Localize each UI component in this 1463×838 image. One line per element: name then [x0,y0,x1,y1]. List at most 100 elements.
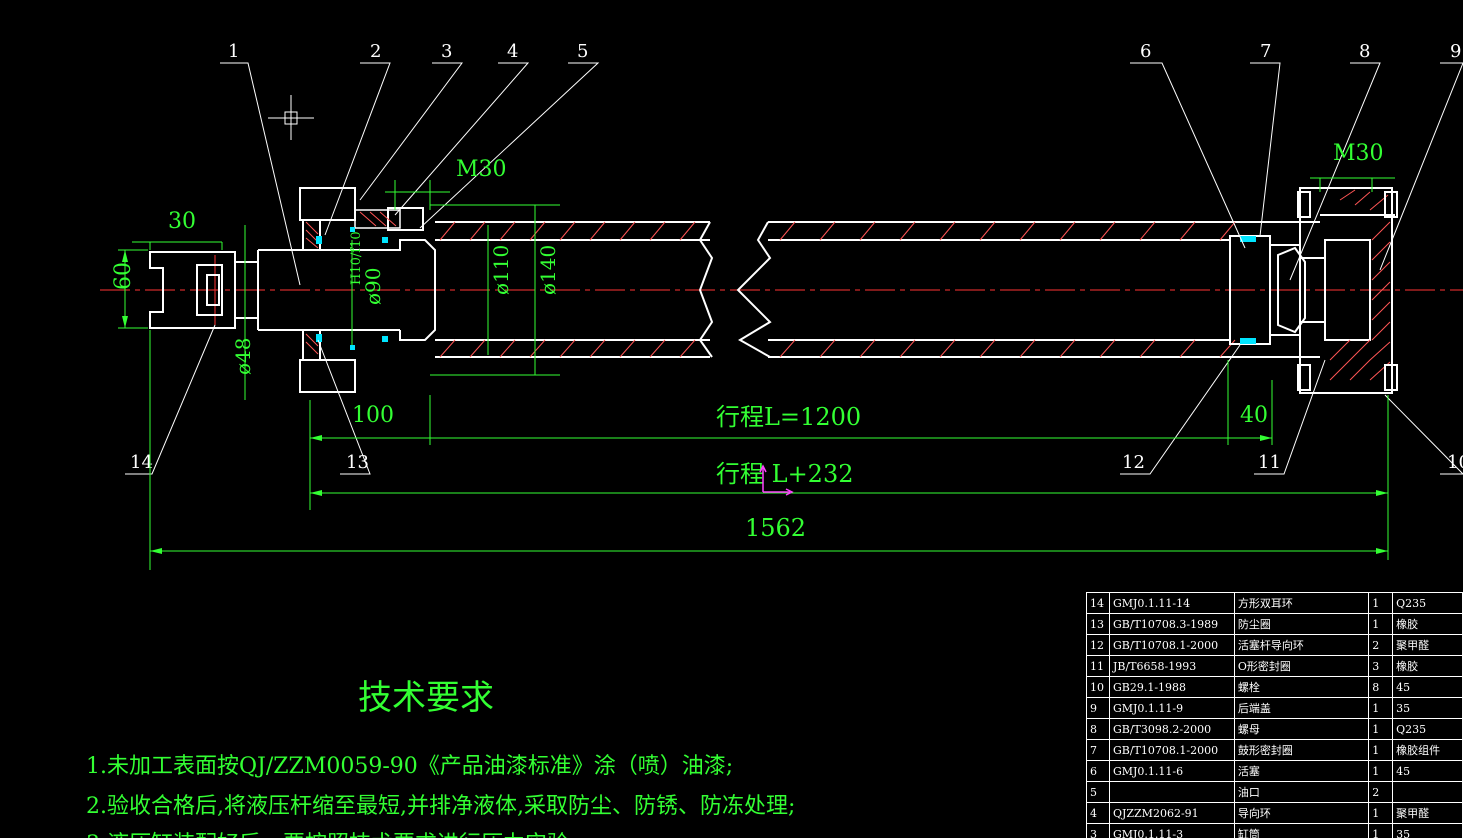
bom-row: 4 QJZZM2062-91 导向环 1 聚甲醛 [1086,802,1463,824]
bom-cell-no: 4 [1086,802,1110,824]
dim-stroke: 行程L=1200 [716,403,861,431]
dim-tube-outer: ø140 [536,245,560,295]
bom-cell-name: 油口 [1233,781,1370,803]
bom-row: 8 GB/T3098.2-2000 螺母 1 Q235 [1086,718,1463,740]
bom-cell-name: 活塞 [1233,760,1370,782]
bom-cell-no: 9 [1086,697,1110,719]
dim-tube-inner: ø110 [489,245,513,295]
bom-cell-code: GB/T10708.3-1989 [1108,613,1235,635]
tech-line-2: 2.验收合格后,将液压杆缩至最短,并排净液体,采取防尘、防锈、防冻处理; [86,794,796,819]
part-label-9: 9 [1450,41,1461,62]
rear-cap-hatch [1329,189,1391,381]
bom-cell-no: 5 [1086,781,1110,803]
bom-cell-qty: 1 [1368,613,1394,635]
bom-cell-code [1108,781,1235,803]
bom-cell-name: 活塞杆导向环 [1233,634,1370,656]
dim-fit: H10/f10 [349,231,364,285]
bom-cell-name: 防尘圈 [1233,613,1370,635]
bom-cell-code: JB/T6658-1993 [1108,655,1235,677]
bom-row: 11 JB/T6658-1993 O形密封圈 3 橡胶 [1086,655,1463,677]
bom-cell-mat: 35 [1392,823,1463,838]
bom-cell-code: GMJ0.1.11-3 [1108,823,1235,838]
bom-cell-mat: 45 [1392,760,1463,782]
bom-cell-code: GMJ0.1.11-14 [1108,592,1235,614]
bom-cell-name: 后端盖 [1233,697,1370,719]
bom-cell-code: GB29.1-1988 [1108,676,1235,698]
dimension-arrows [122,250,1388,554]
bom-cell-qty: 8 [1368,676,1394,698]
bom-cell-no: 7 [1086,739,1110,761]
bom-row: 12 GB/T10708.1-2000 活塞杆导向环 2 聚甲醛 [1086,634,1463,656]
bom-cell-no: 11 [1086,655,1110,677]
bom-cell-qty: 2 [1368,634,1394,656]
bom-cell-code: GB/T3098.2-2000 [1108,718,1235,740]
bom-cell-code: GMJ0.1.11-6 [1108,760,1235,782]
dim-rod-dia: ø90 [361,268,385,306]
bom-cell-code: GB/T10708.1-2000 [1108,634,1235,656]
part-label-12: 12 [1122,452,1145,473]
bom-cell-name: 缸筒 [1233,823,1370,838]
bom-cell-code: QJZZM2062-91 [1108,802,1235,824]
dim-ear-width: 30 [168,209,196,234]
dim-piston-len: 40 [1240,403,1268,428]
bom-row: 9 GMJ0.1.11-9 后端盖 1 35 [1086,697,1463,719]
part-label-1: 1 [228,41,239,62]
dimension-texts: 30 60 ø48 ø90 H10/f10 ø110 ø140 M30 M30 … [111,141,1384,542]
dim-thread-rear: M30 [1333,141,1384,166]
tech-title: 技术要求 [358,678,494,718]
bom-cell-name: 鼓形密封圈 [1233,739,1370,761]
bom-cell-code: GB/T10708.1-2000 [1108,739,1235,761]
bom-cell-mat: 聚甲醛 [1392,634,1463,656]
bom-cell-mat [1392,781,1463,803]
bom-cell-name: 螺母 [1233,718,1370,740]
bom-row: 7 GB/T10708.1-2000 鼓形密封圈 1 橡胶组件 [1086,739,1463,761]
bom-table: 14 GMJ0.1.11-14 方形双耳环 1 Q235 13 GB/T10708.3-19… [1086,592,1463,838]
bom-cell-qty: 1 [1368,697,1394,719]
bom-cell-qty: 3 [1368,655,1394,677]
bom-cell-qty: 1 [1368,802,1394,824]
bom-cell-no: 14 [1086,592,1110,614]
tech-line-3: 3.液压缸装配好后，要按照技术要求进行压力实验 [86,826,569,838]
part-label-14: 14 [130,452,153,473]
bom-cell-no: 10 [1086,676,1110,698]
dimension-lines [118,177,1395,570]
dim-ear-height: 60 [111,262,136,290]
bom-cell-mat: 橡胶 [1392,655,1463,677]
part-label-2: 2 [370,41,381,62]
part-label-6: 6 [1140,41,1151,62]
cursor-crosshair-icon [268,95,314,140]
bom-cell-no: 12 [1086,634,1110,656]
part-label-3: 3 [441,41,452,62]
bom-cell-mat: 聚甲醛 [1392,802,1463,824]
bom-cell-mat: 35 [1392,697,1463,719]
bom-cell-name: 导向环 [1233,802,1370,824]
cad-drawing-canvas[interactable]: { "part_labels": ["1","2","3","4","5","6… [0,0,1463,838]
bom-cell-name: O形密封圈 [1233,655,1370,677]
part-label-11: 11 [1258,452,1281,473]
bom-row: 3 GMJ0.1.11-3 缸筒 1 35 [1086,823,1463,838]
dim-pin-dia: ø48 [231,338,255,376]
bom-row: 6 GMJ0.1.11-6 活塞 1 45 [1086,760,1463,782]
bom-body: 14 GMJ0.1.11-14 方形双耳环 1 Q235 13 GB/T10708.3-19… [1086,592,1463,838]
bom-row: 5 油口 2 [1086,781,1463,803]
bom-cell-name: 螺栓 [1233,676,1370,698]
part-label-13: 13 [346,452,369,473]
part-label-7: 7 [1260,41,1271,62]
bom-cell-no: 3 [1086,823,1110,838]
bom-row: 14 GMJ0.1.11-14 方形双耳环 1 Q235 [1086,592,1463,614]
bom-cell-qty: 1 [1368,592,1394,614]
part-label-4: 4 [507,41,518,62]
bom-cell-mat: 橡胶组件 [1392,739,1463,761]
bom-cell-qty: 1 [1368,718,1394,740]
bom-cell-name: 方形双耳环 [1233,592,1370,614]
dim-front-len: 100 [352,403,394,428]
dim-overall: 1562 [745,514,806,542]
bom-cell-no: 8 [1086,718,1110,740]
bom-cell-mat: 橡胶 [1392,613,1463,635]
bom-cell-qty: 1 [1368,823,1394,838]
bom-cell-no: 6 [1086,760,1110,782]
bom-cell-mat: Q235 [1392,718,1463,740]
bom-cell-no: 13 [1086,613,1110,635]
dim-stroke-total: 行程 L+232 [716,460,853,488]
bom-cell-qty: 2 [1368,781,1394,803]
